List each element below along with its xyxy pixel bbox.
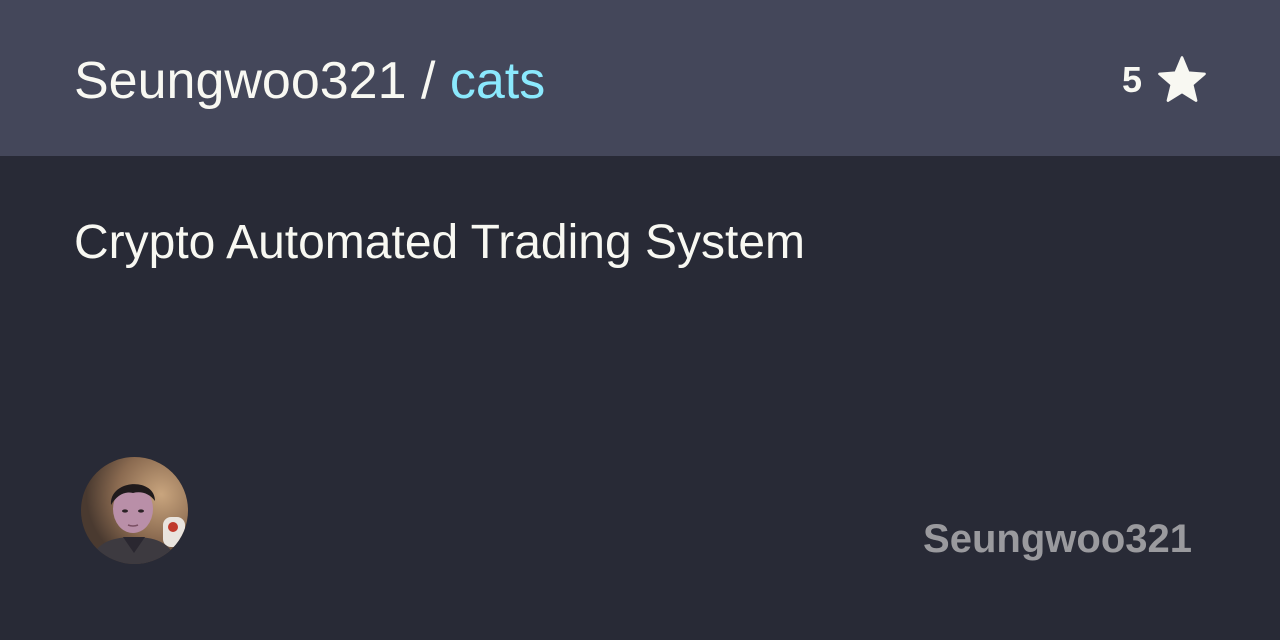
avatar[interactable] xyxy=(81,457,188,564)
repo-description: Crypto Automated Trading System xyxy=(74,216,806,269)
owner-name[interactable]: Seungwoo321 xyxy=(923,514,1192,564)
repo-separator: / xyxy=(406,52,450,110)
repo-title[interactable]: Seungwoo321 / cats xyxy=(74,50,545,112)
repo-card: Seungwoo321 / cats 5 Crypto Automated Tr… xyxy=(0,0,1280,640)
repo-name[interactable]: cats xyxy=(450,52,545,110)
star-counter[interactable]: 5 xyxy=(1122,54,1208,106)
card-header: Seungwoo321 / cats 5 xyxy=(0,0,1280,156)
repo-owner[interactable]: Seungwoo321 xyxy=(74,52,407,110)
star-count: 5 xyxy=(1121,59,1142,100)
avatar-image xyxy=(81,457,188,564)
star-icon xyxy=(1158,56,1206,102)
